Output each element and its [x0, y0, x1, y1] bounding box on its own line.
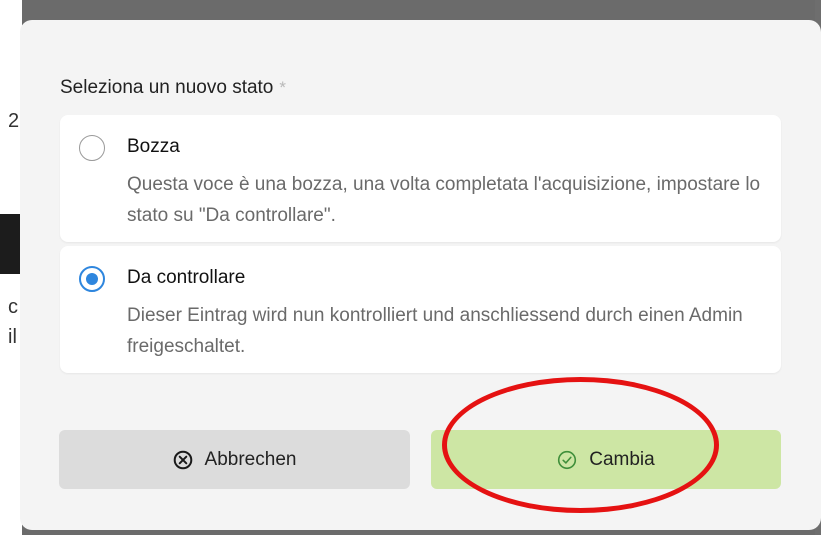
submit-button[interactable]: Cambia [431, 430, 781, 489]
background-text-fragment: il [8, 326, 17, 348]
status-option-da-controllare[interactable]: Da controllare Dieser Eintrag wird nun k… [60, 246, 781, 373]
cancel-button[interactable]: Abbrechen [59, 430, 410, 489]
submit-button-label: Cambia [589, 448, 655, 470]
background-dark-bar [0, 214, 22, 274]
status-option-bozza[interactable]: Bozza Questa voce è una bozza, una volta… [60, 115, 781, 242]
required-marker: * [279, 78, 287, 97]
circle-check-icon [557, 450, 577, 470]
circle-x-icon [173, 450, 193, 470]
option-title: Bozza [127, 136, 180, 157]
background-text-fragment: c [8, 296, 18, 318]
option-title: Da controllare [127, 267, 246, 288]
radio-button-selected[interactable] [79, 266, 105, 292]
field-label-text: Seleziona un nuovo stato [60, 77, 274, 98]
option-description: Questa voce è una bozza, una volta compl… [127, 174, 761, 226]
radio-button-unselected[interactable] [79, 135, 105, 161]
background-text-fragment: 2 [8, 110, 20, 132]
field-label: Seleziona un nuovo stato * [60, 77, 286, 99]
background-page: 2 c il [0, 0, 22, 535]
cancel-button-label: Abbrechen [204, 448, 297, 470]
option-description: Dieser Eintrag wird nun kontrolliert und… [127, 305, 743, 357]
radio-dot [86, 273, 98, 285]
status-change-dialog: Seleziona un nuovo stato * Bozza Questa v… [20, 20, 821, 530]
